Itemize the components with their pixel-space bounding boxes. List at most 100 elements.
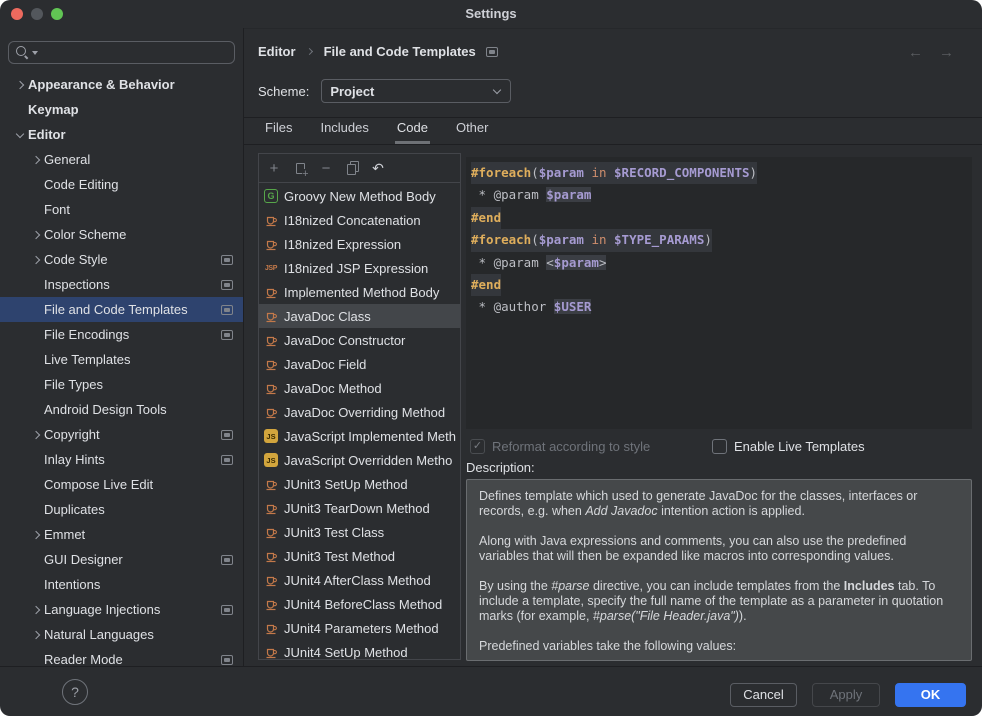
sidebar-item-label: Inspections	[44, 277, 110, 292]
chevron-right-icon[interactable]	[28, 252, 44, 268]
template-item-junit3-test-method[interactable]: JUnit3 Test Method	[259, 544, 460, 568]
template-list-panel: + − ↶ GGroovy New Method BodyI18nized Conc…	[258, 153, 461, 660]
template-item-javadoc-overriding-method[interactable]: JavaDoc Overriding Method	[259, 400, 460, 424]
sidebar-item-reader-mode[interactable]: Reader Mode	[0, 647, 243, 666]
sidebar-item-appearance-behavior[interactable]: Appearance & Behavior	[0, 72, 243, 97]
sidebar-item-file-encodings[interactable]: File Encodings	[0, 322, 243, 347]
screen-icon	[221, 655, 233, 665]
sidebar-item-compose-live-edit[interactable]: Compose Live Edit	[0, 472, 243, 497]
chevron-right-icon[interactable]	[28, 427, 44, 443]
java-file-icon	[264, 213, 278, 227]
sidebar-item-duplicates[interactable]: Duplicates	[0, 497, 243, 522]
scheme-value: Project	[330, 84, 374, 99]
tab-files[interactable]: Files	[263, 118, 294, 144]
sidebar-item-label: Code Editing	[44, 177, 118, 192]
add-icon[interactable]: +	[261, 157, 287, 179]
template-code-editor[interactable]: #foreach($param in $RECORD_COMPONENTS) *…	[466, 157, 972, 429]
tab-label: Includes	[320, 120, 368, 135]
search-box[interactable]	[8, 41, 235, 64]
template-item-i18nized-concatenation[interactable]: I18nized Concatenation	[259, 208, 460, 232]
sidebar-item-inspections[interactable]: Inspections	[0, 272, 243, 297]
sidebar-item-inlay-hints[interactable]: Inlay Hints	[0, 447, 243, 472]
chevron-down-icon[interactable]	[12, 127, 28, 143]
template-item-javadoc-constructor[interactable]: JavaDoc Constructor	[259, 328, 460, 352]
chevron-right-icon[interactable]	[28, 152, 44, 168]
sidebar-item-natural-languages[interactable]: Natural Languages	[0, 622, 243, 647]
tab-includes[interactable]: Includes	[318, 118, 370, 144]
sidebar-item-color-scheme[interactable]: Color Scheme	[0, 222, 243, 247]
template-item-junit3-setup-method[interactable]: JUnit3 SetUp Method	[259, 472, 460, 496]
sidebar-item-android-design-tools[interactable]: Android Design Tools	[0, 397, 243, 422]
breadcrumb-item-file-and-code-templates[interactable]: File and Code Templates	[324, 44, 476, 59]
sidebar-item-editor[interactable]: Editor	[0, 122, 243, 147]
tab-code[interactable]: Code	[395, 118, 430, 144]
code-line: #end	[471, 207, 972, 229]
sidebar-item-label: File Types	[44, 377, 103, 392]
chevron-right-icon[interactable]	[28, 627, 44, 643]
template-item-label: Groovy New Method Body	[284, 189, 436, 204]
template-item-junit3-test-class[interactable]: JUnit3 Test Class	[259, 520, 460, 544]
sidebar-item-code-style[interactable]: Code Style	[0, 247, 243, 272]
live-templates-checkbox[interactable]: ✓	[712, 439, 727, 454]
template-item-javadoc-field[interactable]: JavaDoc Field	[259, 352, 460, 376]
chevron-right-icon[interactable]	[28, 527, 44, 543]
template-item-junit4-setup-method[interactable]: JUnit4 SetUp Method	[259, 640, 460, 660]
titlebar: Settings	[0, 0, 982, 28]
scheme-dropdown[interactable]: Project	[321, 79, 511, 103]
search-input[interactable]	[42, 46, 234, 60]
template-item-label: JavaDoc Method	[284, 381, 382, 396]
chevron-right-icon	[304, 46, 316, 58]
add-child-icon[interactable]	[287, 157, 313, 179]
tab-other[interactable]: Other	[454, 118, 491, 144]
reset-icon[interactable]: ↶	[365, 157, 391, 179]
sidebar-item-file-and-code-templates[interactable]: File and Code Templates	[0, 297, 243, 322]
sidebar-item-intentions[interactable]: Intentions	[0, 572, 243, 597]
template-item-i18nized-jsp-expression[interactable]: JSPI18nized JSP Expression	[259, 256, 460, 280]
template-item-i18nized-expression[interactable]: I18nized Expression	[259, 232, 460, 256]
template-item-label: JavaDoc Field	[284, 357, 366, 372]
template-item-javascript-implemented-meth[interactable]: JSJavaScript Implemented Meth	[259, 424, 460, 448]
help-button[interactable]: ?	[62, 679, 88, 705]
sidebar-item-emmet[interactable]: Emmet	[0, 522, 243, 547]
template-item-junit4-afterclass-method[interactable]: JUnit4 AfterClass Method	[259, 568, 460, 592]
sidebar-item-gui-designer[interactable]: GUI Designer	[0, 547, 243, 572]
sidebar-item-label: Keymap	[28, 102, 79, 117]
template-item-junit3-teardown-method[interactable]: JUnit3 TearDown Method	[259, 496, 460, 520]
sidebar-item-label: Editor	[28, 127, 66, 142]
sidebar-item-label: Android Design Tools	[44, 402, 167, 417]
java-file-icon	[264, 357, 278, 371]
main-panel: EditorFile and Code Templates ← → Scheme…	[244, 28, 982, 666]
java-file-icon	[264, 645, 278, 659]
sidebar-item-copyright[interactable]: Copyright	[0, 422, 243, 447]
template-item-junit4-beforeclass-method[interactable]: JUnit4 BeforeClass Method	[259, 592, 460, 616]
sidebar-item-language-injections[interactable]: Language Injections	[0, 597, 243, 622]
chevron-right-icon[interactable]	[12, 77, 28, 93]
template-item-groovy-new-method-body[interactable]: GGroovy New Method Body	[259, 184, 460, 208]
template-item-javadoc-method[interactable]: JavaDoc Method	[259, 376, 460, 400]
template-item-javadoc-class[interactable]: JavaDoc Class	[259, 304, 460, 328]
template-item-junit4-parameters-method[interactable]: JUnit4 Parameters Method	[259, 616, 460, 640]
cancel-button[interactable]: Cancel	[730, 683, 797, 707]
remove-icon[interactable]: −	[313, 157, 339, 179]
template-item-implemented-method-body[interactable]: Implemented Method Body	[259, 280, 460, 304]
template-item-javascript-overridden-metho[interactable]: JSJavaScript Overridden Metho	[259, 448, 460, 472]
template-item-label: JavaDoc Overriding Method	[284, 405, 445, 420]
sidebar-item-code-editing[interactable]: Code Editing	[0, 172, 243, 197]
ok-button[interactable]: OK	[895, 683, 966, 707]
sidebar-item-general[interactable]: General	[0, 147, 243, 172]
chevron-right-icon[interactable]	[28, 602, 44, 618]
search-history-chevron-icon[interactable]	[32, 51, 38, 55]
sidebar-item-file-types[interactable]: File Types	[0, 372, 243, 397]
js-file-icon: JS	[264, 429, 278, 443]
chevron-right-icon[interactable]	[28, 227, 44, 243]
java-file-icon	[264, 525, 278, 539]
sidebar-item-label: Live Templates	[44, 352, 130, 367]
sidebar-item-label: General	[44, 152, 90, 167]
description-box[interactable]: Defines template which used to generate …	[466, 479, 972, 661]
copy-icon[interactable]	[339, 157, 365, 179]
sidebar-item-font[interactable]: Font	[0, 197, 243, 222]
breadcrumb-item-editor[interactable]: Editor	[258, 44, 296, 59]
sidebar-item-live-templates[interactable]: Live Templates	[0, 347, 243, 372]
sidebar-item-keymap[interactable]: Keymap	[0, 97, 243, 122]
sidebar-item-label: Duplicates	[44, 502, 105, 517]
